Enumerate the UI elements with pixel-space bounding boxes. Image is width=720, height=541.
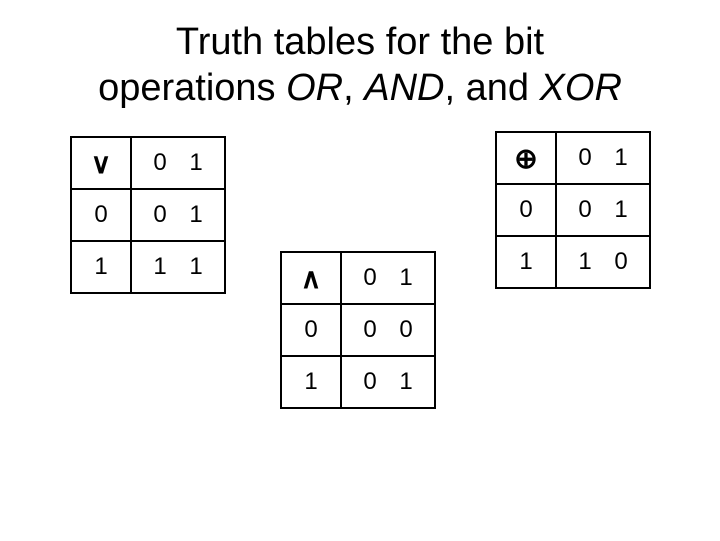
and-c00: 0 xyxy=(361,316,379,344)
and-row1-cells: 0 1 xyxy=(341,356,435,408)
xor-c10: 1 xyxy=(576,248,594,276)
or-c11: 1 xyxy=(187,253,205,281)
xor-col0: 0 xyxy=(576,144,594,172)
or-row0-header: 0 xyxy=(71,189,131,241)
xor-c01: 1 xyxy=(612,196,630,224)
or-col0: 0 xyxy=(151,149,169,177)
title-line2-a: operations xyxy=(98,67,286,109)
or-row0-cells: 0 1 xyxy=(131,189,225,241)
xor-symbol: ⊕ xyxy=(496,132,556,184)
and-symbol: ∧ xyxy=(281,252,341,304)
xor-row0-cells: 0 1 xyxy=(556,184,650,236)
or-col-headers: 0 1 xyxy=(131,137,225,189)
and-col0: 0 xyxy=(361,264,379,292)
and-col1: 1 xyxy=(397,264,415,292)
xor-row1-cells: 1 0 xyxy=(556,236,650,288)
and-row0-cells: 0 0 xyxy=(341,304,435,356)
and-row0-header: 0 xyxy=(281,304,341,356)
xor-col1: 1 xyxy=(612,144,630,172)
and-col-headers: 0 1 xyxy=(341,252,435,304)
tables-canvas: ∨ 0 1 0 0 1 1 1 1 xyxy=(0,111,720,541)
or-row1-header: 1 xyxy=(71,241,131,293)
and-c01: 0 xyxy=(397,316,415,344)
or-c01: 1 xyxy=(187,201,205,229)
or-c00: 0 xyxy=(151,201,169,229)
and-c11: 1 xyxy=(397,368,415,396)
title-op-xor: XOR xyxy=(540,67,622,109)
xor-row0-header: 0 xyxy=(496,184,556,236)
or-col1: 1 xyxy=(187,149,205,177)
title-sep1: , xyxy=(343,67,364,109)
xor-c11: 0 xyxy=(612,248,630,276)
xor-c00: 0 xyxy=(576,196,594,224)
and-row1-header: 1 xyxy=(281,356,341,408)
title-op-or: OR xyxy=(286,67,343,109)
truth-table-xor: ⊕ 0 1 0 0 1 1 1 0 xyxy=(495,131,651,289)
xor-row1-header: 1 xyxy=(496,236,556,288)
and-c10: 0 xyxy=(361,368,379,396)
page-title: Truth tables for the bit operations OR , … xyxy=(0,0,720,111)
title-op-and: AND xyxy=(364,67,444,109)
truth-table-or: ∨ 0 1 0 0 1 1 1 1 xyxy=(70,136,226,294)
title-line1: Truth tables for the bit xyxy=(176,21,544,63)
title-sep2: , and xyxy=(444,67,539,109)
truth-table-and: ∧ 0 1 0 0 0 1 0 1 xyxy=(280,251,436,409)
or-row1-cells: 1 1 xyxy=(131,241,225,293)
xor-col-headers: 0 1 xyxy=(556,132,650,184)
or-symbol: ∨ xyxy=(71,137,131,189)
or-c10: 1 xyxy=(151,253,169,281)
